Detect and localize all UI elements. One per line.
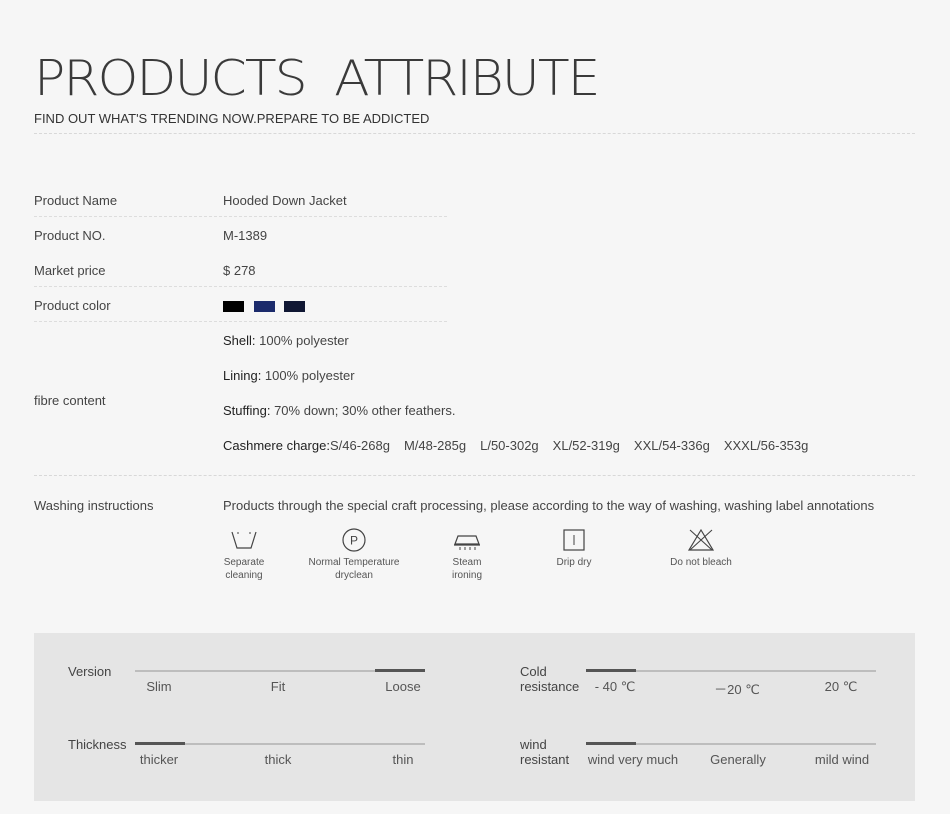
wash-dryclean: P Normal Temperature dryclean (304, 528, 404, 582)
header-divider (34, 133, 915, 134)
cashmere-size: XL/52-319g (552, 438, 620, 453)
cashmere-key: Cashmere charge: (223, 438, 330, 453)
wind-selected-mark (586, 742, 636, 745)
wash-separate: Separate cleaning (219, 528, 269, 582)
wind-track (586, 742, 876, 745)
stuffing-value: 70% down; 30% other feathers. (270, 403, 456, 418)
row-divider (34, 216, 447, 217)
market-price-label: Market price (34, 263, 106, 278)
wash-label-line1: Drip dry (556, 557, 592, 568)
color-swatch-navy[interactable] (253, 301, 275, 313)
header: PRODUCTS ATTRIBUTE FIND OUT WHAT'S TREND… (34, 52, 915, 126)
wind-tick: wind very much (587, 752, 679, 767)
version-tick: Fit (270, 679, 286, 694)
version-label: Version (68, 664, 112, 679)
lining-key: Lining: (223, 368, 262, 383)
cold-label: Cold resistance (520, 664, 579, 694)
shell-line: Shell: 100% polyester (223, 333, 349, 348)
shell-key: Shell: (223, 333, 256, 348)
wind-label-line1: wind (520, 737, 547, 752)
thickness-tick: thick (264, 752, 292, 767)
washing-label: Washing instructions (34, 498, 154, 513)
section-divider (34, 475, 915, 476)
product-no-label: Product NO. (34, 228, 106, 243)
wind-label-line2: resistant (520, 752, 570, 767)
wash-label-line1: Do not bleach (670, 557, 732, 568)
color-swatches (223, 298, 311, 313)
cashmere-size: L/50-302g (480, 438, 539, 453)
market-price-value: $ 278 (223, 263, 256, 278)
stuffing-line: Stuffing: 70% down; 30% other feathers. (223, 403, 455, 418)
stuffing-key: Stuffing: (223, 403, 271, 418)
thickness-label: Thickness (68, 737, 127, 752)
cold-track (586, 669, 876, 672)
cold-label-line1: Cold (520, 664, 547, 679)
wind-tick: mild wind (814, 752, 870, 767)
row-divider (34, 321, 447, 322)
no-bleach-icon (687, 528, 715, 551)
cold-selected-mark (586, 669, 636, 672)
cashmere-size: S/46-268g (329, 438, 390, 453)
product-name-value: Hooded Down Jacket (223, 193, 347, 208)
version-tick: Loose (385, 679, 421, 694)
wash-label-line2: dryclean (335, 570, 373, 581)
product-no-value: M-1389 (223, 228, 268, 243)
shell-value: 100% polyester (255, 333, 349, 348)
cold-tick: －20 ℃ (714, 682, 760, 697)
steam-iron-icon (454, 535, 480, 550)
wind-label: wind resistant (520, 737, 569, 767)
wash-drip-dry: Drip dry (549, 528, 599, 569)
product-color-label: Product color (34, 298, 111, 313)
cold-tick: 20 ℃ (824, 679, 858, 694)
wash-icons: Separate cleaning P Normal Temperature d… (223, 528, 783, 588)
fibre-content-label: fibre content (34, 393, 106, 408)
wind-tick: Generally (710, 752, 766, 767)
wash-label-line1: Steam (452, 557, 482, 568)
wash-tub-icon (231, 531, 257, 549)
version-tick: Slim (146, 679, 172, 694)
cashmere-size: XXL/54-336g (633, 438, 710, 453)
dryclean-p-icon: P (342, 528, 366, 552)
thickness-tick: thin (392, 752, 414, 767)
thickness-track (135, 742, 425, 745)
cashmere-line: Cashmere charge:S/46-268g M/48-285g L/50-3… (223, 438, 822, 453)
cashmere-size: M/48-285g (403, 438, 467, 453)
page-title: PRODUCTS ATTRIBUTE (34, 50, 600, 108)
cold-label-line2: resistance (520, 679, 580, 694)
washing-description: Products through the special craft proce… (223, 498, 875, 513)
wash-steam: Steam ironing (442, 528, 492, 582)
cold-tick: - 40 ℃ (594, 679, 636, 694)
version-selected-mark (375, 669, 425, 672)
svg-text:P: P (350, 534, 358, 548)
version-track (135, 669, 425, 672)
drip-dry-icon (563, 529, 585, 551)
wash-no-bleach: Do not bleach (661, 528, 741, 569)
lining-line: Lining: 100% polyester (223, 368, 355, 383)
product-name-label: Product Name (34, 193, 118, 208)
attribute-panel: Version Slim Fit Loose Thickness thicker… (34, 633, 915, 801)
row-divider (34, 286, 447, 287)
thickness-selected-mark (135, 742, 185, 745)
wash-label-line1: Separate (223, 557, 265, 568)
lining-value: 100% polyester (261, 368, 355, 383)
color-swatch-black[interactable] (223, 301, 244, 313)
color-swatch-dark-navy[interactable] (284, 301, 306, 313)
wash-label-line2: cleaning (225, 570, 263, 581)
thickness-tick: thicker (139, 752, 179, 767)
page-subtitle: FIND OUT WHAT'S TRENDING NOW.PREPARE TO … (34, 111, 430, 126)
cashmere-size: XXXL/56-353g (723, 438, 809, 453)
wash-label-line1: Normal Temperature (308, 557, 400, 568)
wash-label-line2: ironing (451, 570, 483, 581)
